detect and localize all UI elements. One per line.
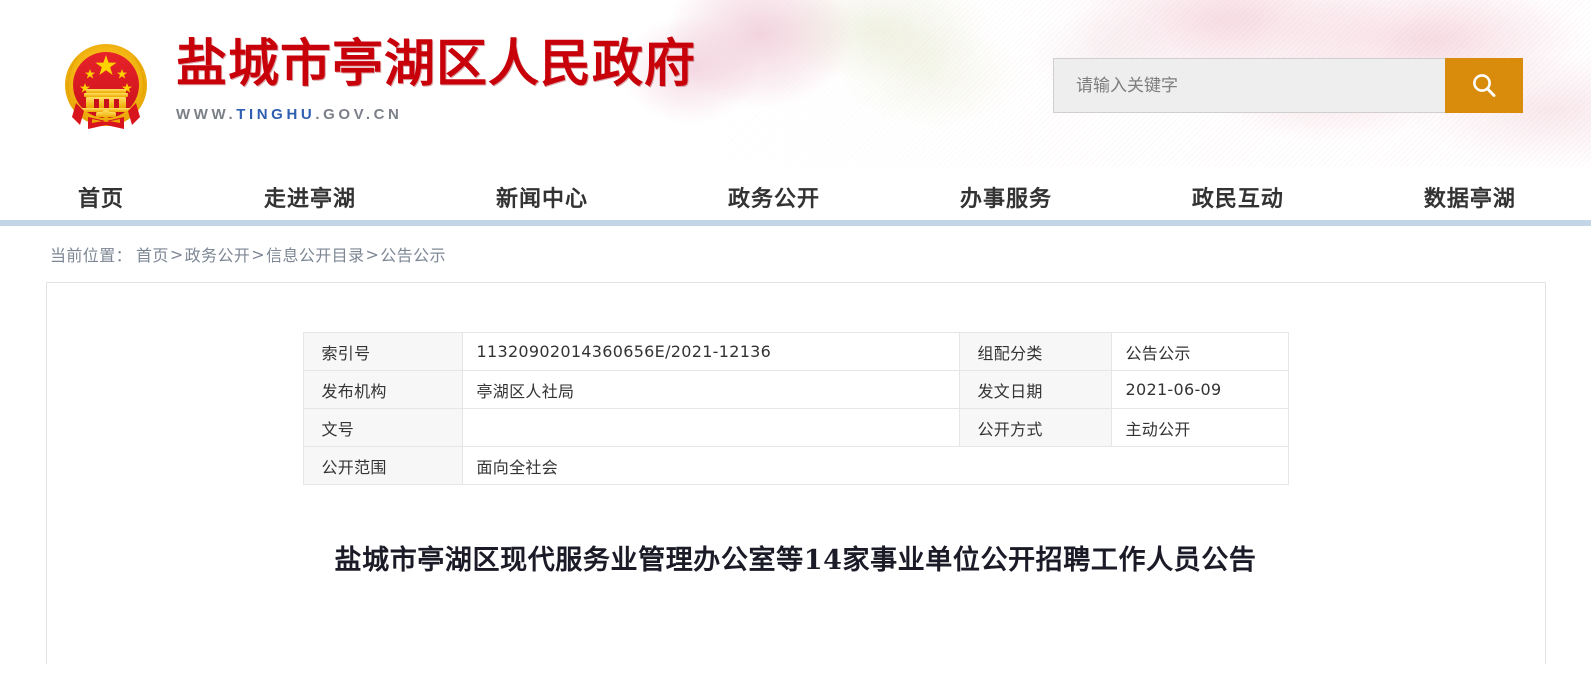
meta-value-index-number: 11320902014360656E/2021-12136	[461, 332, 960, 371]
nav-item-about-tinghu[interactable]: 走进亭湖	[264, 181, 356, 213]
meta-key-document-number: 文号	[302, 408, 463, 447]
nav-items: 首页 走进亭湖 新闻中心 政务公开 办事服务 政民互动 数据亭湖	[50, 181, 1541, 213]
search-box[interactable]	[1053, 58, 1523, 113]
meta-value-category: 公告公示	[1110, 332, 1289, 371]
table-row: 公开范围 面向全社会	[302, 446, 1289, 485]
meta-key-index-number: 索引号	[302, 332, 463, 371]
site-title: 盐城市亭湖区人民政府	[176, 35, 697, 94]
meta-value-disclosure-scope: 面向全社会	[461, 446, 1289, 485]
nav-item-govt-disclosure[interactable]: 政务公开	[728, 181, 820, 213]
site-header: 盐城市亭湖区人民政府 WWW.TINGHU.GOV.CN	[0, 0, 1591, 167]
breadcrumb-label: 当前位置：	[50, 246, 133, 265]
nav-item-services[interactable]: 办事服务	[960, 181, 1052, 213]
breadcrumb-item-catalog[interactable]: 信息公开目录	[266, 242, 364, 266]
meta-value-publish-date: 2021-06-09	[1110, 370, 1289, 409]
article-content-card: 索引号 11320902014360656E/2021-12136 组配分类 公…	[45, 282, 1546, 664]
site-brand[interactable]: 盐城市亭湖区人民政府 WWW.TINGHU.GOV.CN	[50, 33, 696, 145]
document-metadata-table: 索引号 11320902014360656E/2021-12136 组配分类 公…	[302, 332, 1289, 485]
search-input[interactable]	[1053, 58, 1445, 113]
main-navigation[interactable]: 首页 走进亭湖 新闻中心 政务公开 办事服务 政民互动 数据亭湖	[0, 167, 1591, 226]
breadcrumb-item-disclosure[interactable]: 政务公开	[185, 242, 251, 266]
nav-item-news-center[interactable]: 新闻中心	[496, 181, 588, 213]
search-icon	[1473, 73, 1496, 97]
nav-bottom-rule	[0, 220, 1591, 226]
article-title: 盐城市亭湖区现代服务业管理办公室等14家事业单位公开招聘工作人员公告	[334, 545, 1257, 576]
site-url: WWW.TINGHU.GOV.CN	[176, 106, 696, 123]
breadcrumb: 当前位置： 首页 > 政务公开 > 信息公开目录 > 公告公示	[0, 226, 1591, 282]
table-row: 文号 公开方式 主动公开	[302, 408, 1289, 447]
breadcrumb-item-home[interactable]: 首页	[136, 242, 169, 266]
meta-key-disclosure-scope: 公开范围	[302, 446, 463, 485]
nav-item-data-tinghu[interactable]: 数据亭湖	[1424, 181, 1516, 213]
meta-key-publish-date: 发文日期	[958, 370, 1112, 409]
national-emblem-icon	[65, 44, 147, 129]
table-row: 索引号 11320902014360656E/2021-12136 组配分类 公…	[302, 332, 1289, 371]
site-url-suffix: .GOV.CN	[315, 106, 403, 123]
meta-value-issuing-agency: 亭湖区人社局	[461, 370, 960, 409]
breadcrumb-separator: >	[251, 244, 266, 264]
nav-item-home[interactable]: 首页	[78, 181, 124, 213]
breadcrumb-item-announcement[interactable]: 公告公示	[380, 242, 446, 266]
table-row: 发布机构 亭湖区人社局 发文日期 2021-06-09	[302, 370, 1289, 409]
site-url-highlight: TINGHU	[236, 106, 316, 123]
meta-value-disclosure-method: 主动公开	[1110, 408, 1289, 447]
site-url-prefix: WWW.	[176, 106, 237, 123]
meta-key-category: 组配分类	[958, 332, 1112, 371]
search-button[interactable]	[1445, 58, 1523, 113]
brand-text: 盐城市亭湖区人民政府 WWW.TINGHU.GOV.CN	[176, 33, 696, 123]
meta-value-document-number	[461, 408, 960, 447]
meta-key-disclosure-method: 公开方式	[958, 408, 1112, 447]
breadcrumb-separator: >	[169, 244, 184, 264]
nav-item-interaction[interactable]: 政民互动	[1192, 181, 1284, 213]
meta-key-issuing-agency: 发布机构	[302, 370, 463, 409]
breadcrumb-separator: >	[365, 244, 380, 264]
